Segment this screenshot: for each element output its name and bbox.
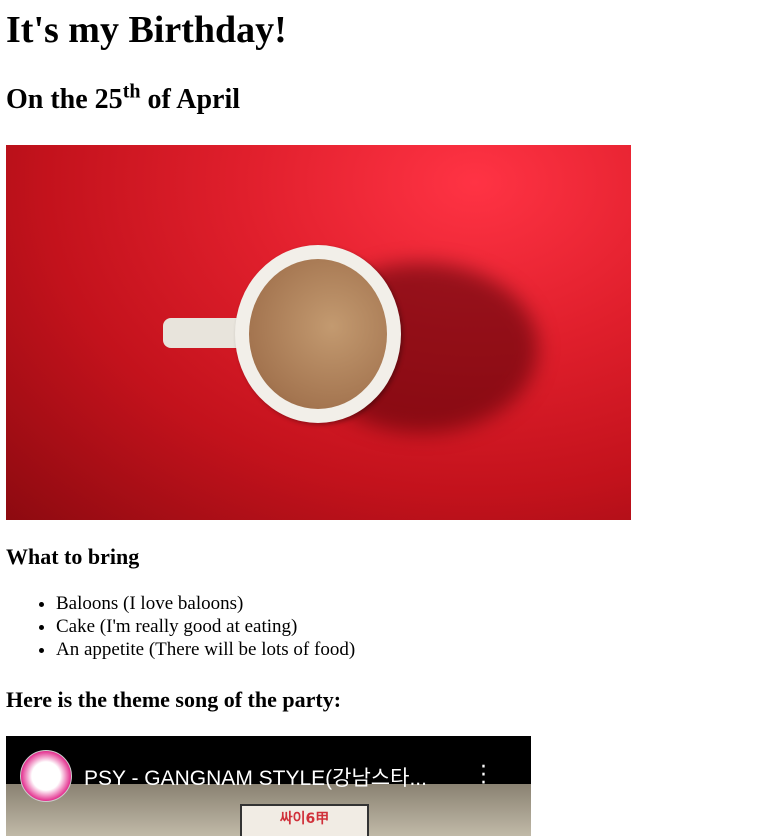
list-item: Baloons (I love baloons)	[56, 592, 355, 615]
youtube-embed[interactable]: 싸이6甲 PSY - GANGNAM STYLE(강남스타... · · ·	[6, 736, 531, 836]
date-day: On the 25	[6, 84, 123, 115]
page-title: It's my Birthday!	[6, 9, 287, 51]
bring-list: Baloons (I love baloons) Cake (I'm reall…	[16, 592, 355, 661]
video-sign: 싸이6甲	[240, 804, 369, 836]
cup	[235, 245, 401, 423]
date-heading: On the 25th of April	[6, 80, 241, 116]
date-month: of April	[140, 84, 241, 115]
channel-avatar[interactable]	[20, 750, 72, 802]
list-item: Cake (I'm really good at eating)	[56, 615, 355, 638]
coffee	[249, 259, 387, 409]
list-item: An appetite (There will be lots of food)	[56, 638, 355, 661]
song-heading: Here is the theme song of the party:	[6, 687, 342, 712]
date-suffix: th	[122, 80, 141, 103]
more-vert-icon[interactable]: · · ·	[480, 757, 487, 795]
coffee-cup-image	[6, 145, 631, 520]
bring-heading: What to bring	[6, 544, 140, 569]
video-title[interactable]: PSY - GANGNAM STYLE(강남스타...	[84, 762, 427, 792]
